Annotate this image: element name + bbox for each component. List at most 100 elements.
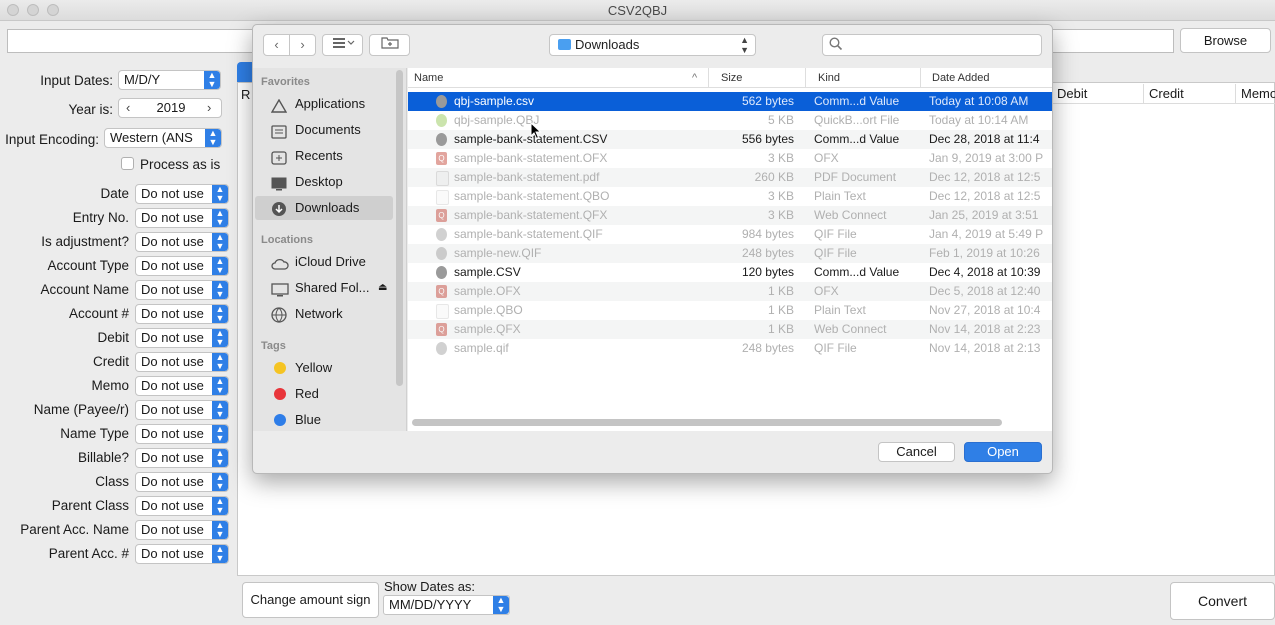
mapping-select[interactable]: Do not use ▲ ▼ <box>135 376 229 396</box>
sidebar-item[interactable]: Network <box>255 302 393 326</box>
process-as-is-checkbox[interactable] <box>121 157 134 170</box>
file-name: sample.qif <box>454 341 509 355</box>
table-header-partial: R <box>241 87 251 102</box>
mapping-select[interactable]: Do not use ▲ ▼ <box>135 328 229 348</box>
mapping-select[interactable]: Do not use ▲ ▼ <box>135 304 229 324</box>
updown-arrows-icon: ▲ ▼ <box>212 209 228 227</box>
mapping-select[interactable]: Do not use ▲ ▼ <box>135 256 229 276</box>
file-kind: Plain Text <box>814 189 866 203</box>
mapping-select[interactable]: Do not use ▲ ▼ <box>135 280 229 300</box>
updown-arrows-icon: ▲ ▼ <box>212 353 228 371</box>
show-dates-value: MM/DD/YYYY <box>389 597 472 612</box>
input-encoding-select[interactable]: Western (ANS ▲ ▼ <box>104 128 222 148</box>
mapping-value: Do not use <box>141 210 204 225</box>
open-button[interactable]: Open <box>964 442 1042 462</box>
sidebar-item[interactable]: Downloads <box>255 196 393 220</box>
sidebar-item-label: Documents <box>295 122 361 137</box>
file-name: sample.QBO <box>454 303 523 317</box>
mapping-select[interactable]: Do not use ▲ ▼ <box>135 184 229 204</box>
mapping-select[interactable]: Do not use ▲ ▼ <box>135 544 229 564</box>
file-path-field[interactable] <box>7 29 257 53</box>
file-row[interactable]: qbj-sample.QBJ 5 KB QuickB...ort File Today… <box>408 111 1052 130</box>
mapping-select[interactable]: Do not use ▲ ▼ <box>135 472 229 492</box>
input-dates-select[interactable]: M/D/Y ▲ ▼ <box>118 70 221 90</box>
file-list[interactable]: Name ^ Size Kind Date Added qbj-sample.cs… <box>408 68 1052 431</box>
file-row[interactable]: qbj-sample.csv 562 bytes Comm...d Value Tod… <box>408 92 1052 111</box>
file-row[interactable]: sample.CSV 120 bytes Comm...d Value Dec 4, … <box>408 263 1052 282</box>
file-row[interactable]: Qsample.OFX 1 KB OFX Dec 5, 2018 at 12:40 <box>408 282 1052 301</box>
search-field[interactable] <box>822 34 1042 56</box>
column-header-size[interactable]: Size <box>708 68 805 88</box>
file-row[interactable]: sample-bank-statement.QBO 3 KB Plain Text D… <box>408 187 1052 206</box>
view-options-button[interactable] <box>322 34 363 56</box>
eject-icon[interactable]: ⏏ <box>378 276 387 300</box>
file-row[interactable]: sample-bank-statement.pdf 260 KB PDF Docum… <box>408 168 1052 187</box>
year-stepper[interactable]: ‹ 2019 › <box>118 98 222 118</box>
updown-arrows-icon: ▲ ▼ <box>740 35 749 55</box>
column-header-debit[interactable]: Debit <box>1051 84 1143 103</box>
convert-button[interactable]: Convert <box>1170 582 1275 620</box>
file-row[interactable]: sample-bank-statement.QIF 984 bytes QIF Fi… <box>408 225 1052 244</box>
file-date-added: Feb 1, 2019 at 10:26 <box>929 246 1040 260</box>
column-header-date-added[interactable]: Date Added <box>920 68 1052 88</box>
sidebar-scrollbar[interactable] <box>396 70 403 386</box>
file-size: 1 KB <box>767 303 794 317</box>
applications-icon <box>270 97 288 113</box>
sidebar-item[interactable]: iCloud Drive <box>255 250 393 274</box>
sidebar-tag-label: Blue <box>295 412 322 427</box>
mapping-select[interactable]: Do not use ▲ ▼ <box>135 520 229 540</box>
forward-button[interactable]: › <box>289 34 316 56</box>
file-row[interactable]: sample.QBO 1 KB Plain Text Nov 27, 2018 at … <box>408 301 1052 320</box>
mapping-label: Parent Acc. Name <box>20 522 129 537</box>
file-path-field-right[interactable] <box>1050 29 1174 53</box>
file-row[interactable]: sample-bank-statement.CSV 556 bytes Comm..… <box>408 130 1052 149</box>
mapping-value: Do not use <box>141 330 204 345</box>
new-folder-button[interactable] <box>369 34 410 56</box>
sidebar-tag-item[interactable]: Red <box>255 382 393 406</box>
file-size: 1 KB <box>767 284 794 298</box>
sidebar-item[interactable]: Desktop <box>255 170 393 194</box>
file-date-added: Dec 5, 2018 at 12:40 <box>929 284 1041 298</box>
mapping-label: Account # <box>68 306 129 321</box>
updown-arrows-icon: ▲ ▼ <box>212 305 228 323</box>
file-row[interactable]: sample-new.QIF 248 bytes QIF File Feb 1, 20… <box>408 244 1052 263</box>
mapping-select[interactable]: Do not use ▲ ▼ <box>135 424 229 444</box>
mapping-select[interactable]: Do not use ▲ ▼ <box>135 208 229 228</box>
mapping-label: Name Type <box>60 426 129 441</box>
location-popup[interactable]: Downloads ▲ ▼ <box>549 34 756 56</box>
mapping-select[interactable]: Do not use ▲ ▼ <box>135 496 229 516</box>
cancel-button[interactable]: Cancel <box>878 442 955 462</box>
mapping-select[interactable]: Do not use ▲ ▼ <box>135 400 229 420</box>
file-date-added: Jan 25, 2019 at 3:51 <box>929 208 1039 222</box>
sidebar-tag-item[interactable]: Blue <box>255 408 393 432</box>
sidebar-tag-item[interactable]: Yellow <box>255 356 393 380</box>
file-name: sample.CSV <box>454 265 521 279</box>
input-encoding-label: Input Encoding: <box>5 132 99 147</box>
file-csv-icon <box>436 266 447 279</box>
file-row[interactable]: Qsample-bank-statement.OFX 3 KB OFX Jan 9, … <box>408 149 1052 168</box>
sort-ascending-icon: ^ <box>692 72 698 84</box>
file-row[interactable]: Qsample.QFX 1 KB Web Connect Nov 14, 2018 a… <box>408 320 1052 339</box>
file-row[interactable]: Qsample-bank-statement.QFX 3 KB Web Connec… <box>408 206 1052 225</box>
mapping-select[interactable]: Do not use ▲ ▼ <box>135 448 229 468</box>
back-button[interactable]: ‹ <box>263 34 290 56</box>
sidebar-item[interactable]: Shared Fol... ⏏ <box>255 276 393 300</box>
horizontal-scrollbar[interactable] <box>412 419 1002 426</box>
sidebar-item[interactable]: Applications <box>255 92 393 116</box>
mapping-select[interactable]: Do not use ▲ ▼ <box>135 232 229 252</box>
file-size: 1 KB <box>767 322 794 336</box>
column-header-kind[interactable]: Kind <box>805 68 920 88</box>
browse-button[interactable]: Browse <box>1180 28 1271 53</box>
show-dates-select[interactable]: MM/DD/YYYY ▲ ▼ <box>383 595 510 615</box>
sidebar-item[interactable]: Recents <box>255 144 393 168</box>
mapping-select[interactable]: Do not use ▲ ▼ <box>135 352 229 372</box>
column-header-credit[interactable]: Credit <box>1143 84 1235 103</box>
change-amount-sign-button[interactable]: Change amount sign <box>242 582 379 618</box>
file-row[interactable]: sample.qif 248 bytes QIF File Nov 14, 2018 … <box>408 339 1052 358</box>
updown-arrows-icon: ▲ ▼ <box>212 449 228 467</box>
file-date-added: Dec 12, 2018 at 12:5 <box>929 170 1041 184</box>
sidebar-item[interactable]: Documents <box>255 118 393 142</box>
column-header-memo[interactable]: Memo <box>1235 84 1275 103</box>
chevron-right-icon[interactable]: › <box>207 99 211 117</box>
column-header-name[interactable]: Name ^ <box>414 68 704 88</box>
